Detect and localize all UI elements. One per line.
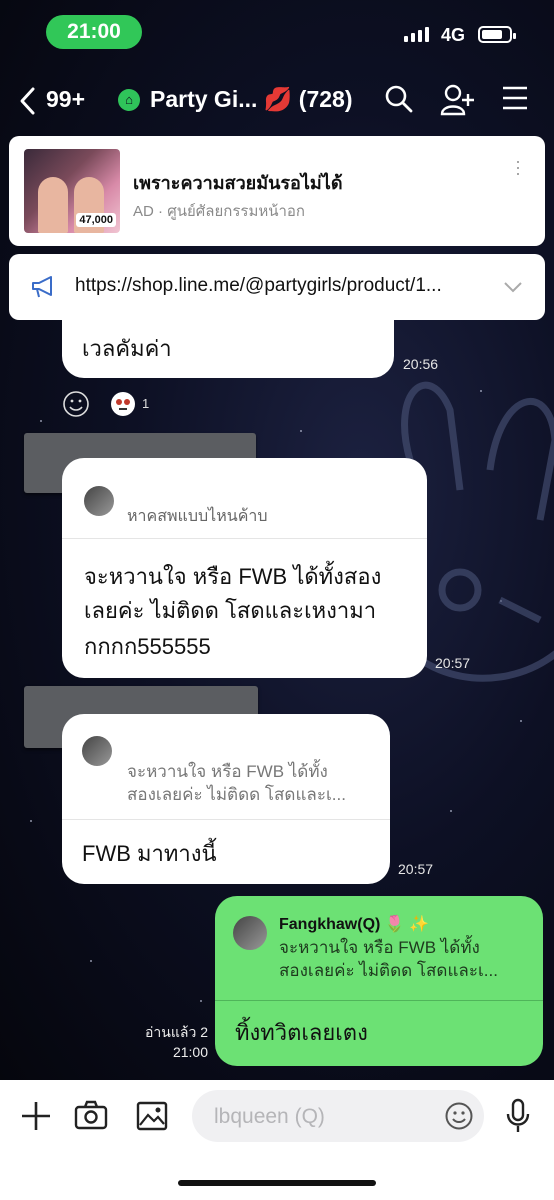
read-status: อ่านแล้ว 2	[145, 1024, 208, 1040]
add-friend-icon[interactable]	[440, 84, 476, 116]
cellular-signal-icon	[404, 27, 429, 42]
ad-title: เพราะความสวยมันรอไม่ได้	[133, 173, 343, 193]
network-type: 4G	[441, 25, 466, 45]
member-count: (728)	[298, 86, 353, 112]
message-bubble[interactable]: หาคสพแบบไหนค้าบ จะหวานใจ หรือ FWB ได้ทั้…	[62, 458, 427, 678]
read-receipt: อ่านแล้ว 2 21:00	[138, 1022, 208, 1062]
quoted-text: หาคสพแบบไหนค้าบ	[127, 508, 268, 525]
message-time: 20:57	[398, 861, 434, 877]
ad-label: AD	[133, 203, 154, 220]
reaction-sticker-icon[interactable]	[110, 391, 136, 417]
quoted-avatar	[82, 736, 112, 766]
microphone-icon[interactable]	[504, 1098, 532, 1134]
group-title[interactable]: Party Gi... 💋 (728)	[150, 86, 353, 113]
status-bar: 21:00 4G	[0, 0, 554, 64]
reaction-row	[62, 390, 135, 423]
quote-divider	[62, 819, 390, 820]
reaction-count: 1	[142, 396, 150, 411]
ad-thumbnail: 47,000	[24, 149, 120, 233]
quote-divider	[62, 538, 427, 539]
quoted-text-line: จะหวานใจ หรือ FWB ได้ทั้ง	[279, 938, 480, 957]
unread-count[interactable]: 99+	[46, 86, 85, 113]
message-text-line: จะหวานใจ หรือ FWB ได้ทั้งสอง	[84, 564, 382, 589]
ad-subtitle: AD · ศูนย์ศัลยกรรมหน้าอก	[133, 199, 305, 223]
back-chevron-icon[interactable]	[18, 86, 36, 116]
message-input[interactable]	[212, 1090, 436, 1144]
chat-header: 99+ ⌂ Party Gi... 💋 (728)	[0, 72, 554, 128]
image-icon[interactable]	[136, 1101, 168, 1131]
quote-divider	[215, 1000, 543, 1001]
quoted-sender-name: Fangkhaw(Q) 🌷 ✨	[279, 916, 430, 933]
message-text: ทิ้งทวิตเลยเตง	[235, 1020, 368, 1045]
quoted-text-line: สองเลยค่ะ ไม่ติดด โสดและเ...	[127, 785, 346, 804]
battery-icon	[478, 26, 516, 43]
quoted-text-line: สองเลยค่ะ ไม่ติดด โสดและเ...	[279, 961, 498, 980]
group-icon: ⌂	[118, 89, 140, 111]
add-reaction-icon[interactable]	[62, 390, 90, 418]
status-time: 21:00	[46, 15, 142, 49]
quoted-avatar	[84, 486, 114, 516]
my-message-bubble[interactable]: Fangkhaw(Q) 🌷 ✨ จะหวานใจ หรือ FWB ได้ทั้…	[215, 896, 543, 1066]
ad-separator: ·	[158, 203, 164, 220]
plus-icon[interactable]	[20, 1100, 52, 1132]
message-text: FWB มาทางนี้	[82, 841, 217, 866]
ad-thumb-price: 47,000	[76, 213, 116, 227]
message-time: 20:57	[435, 655, 471, 671]
announcement-url[interactable]: https://shop.line.me/@partygirls/product…	[75, 275, 495, 297]
search-icon[interactable]	[384, 84, 414, 114]
ad-advertiser: ศูนย์ศัลยกรรมหน้าอก	[167, 203, 305, 220]
ad-card[interactable]: 47,000 เพราะความสวยมันรอไม่ได้ AD · ศูนย…	[9, 136, 545, 246]
message-text-line: เลยค่ะ ไม่ติดด โสดและเหงามา	[84, 598, 377, 623]
message-input-container	[192, 1090, 484, 1144]
chevron-down-icon[interactable]	[503, 281, 523, 293]
quoted-text-line: จะหวานใจ หรือ FWB ได้ทั้ง	[127, 762, 328, 781]
message-bubble[interactable]: จะหวานใจ หรือ FWB ได้ทั้ง สองเลยค่ะ ไม่ต…	[62, 714, 390, 884]
home-indicator	[178, 1180, 376, 1186]
quoted-avatar	[233, 916, 267, 950]
message-time: 20:56	[403, 356, 439, 372]
camera-icon[interactable]	[74, 1100, 108, 1130]
announcement-bar[interactable]: https://shop.line.me/@partygirls/product…	[9, 254, 545, 320]
emoji-icon[interactable]	[444, 1101, 474, 1131]
group-name: Party Gi... 💋	[150, 86, 293, 112]
more-options-icon[interactable]: · · ·	[515, 152, 521, 182]
megaphone-icon	[32, 276, 52, 298]
message-bubble[interactable]: เวลคัมค่า	[62, 320, 394, 378]
menu-icon[interactable]	[502, 86, 528, 110]
message-text-line: กกกก555555	[84, 634, 211, 659]
message-text: เวลคัมค่า	[82, 336, 172, 361]
message-time: 21:00	[172, 1044, 208, 1060]
